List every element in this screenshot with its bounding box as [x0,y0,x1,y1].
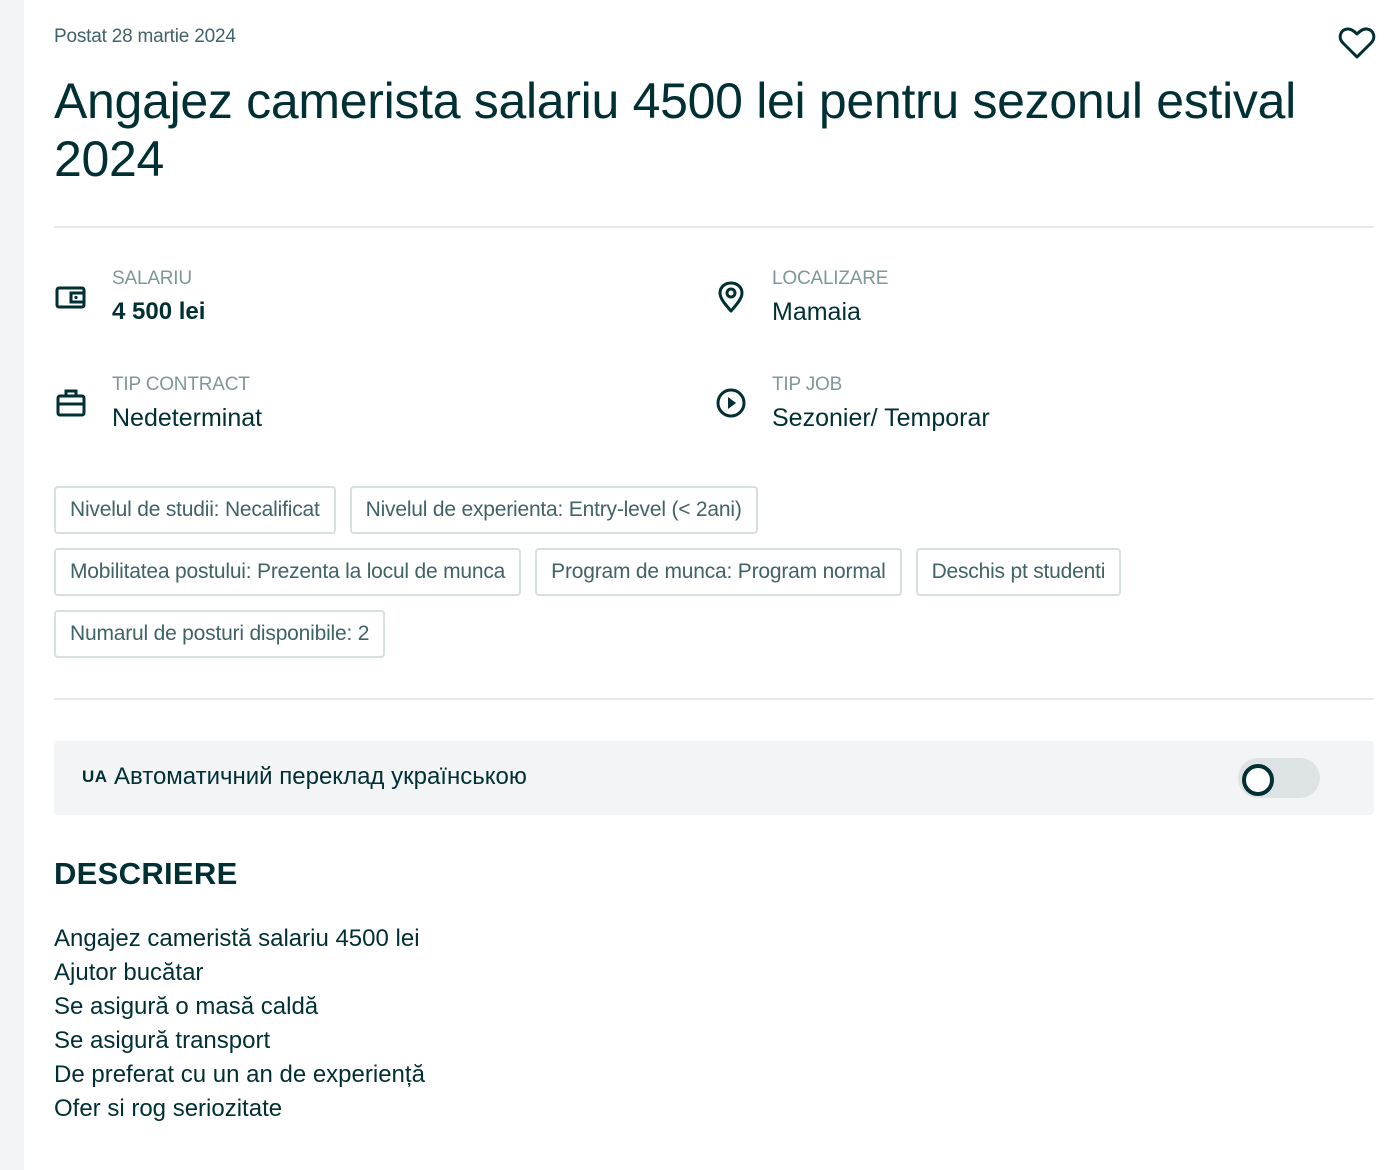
description-line: Se asigură o masă caldă [54,993,319,1020]
description-line: De preferat cu un an de experiență [54,1061,425,1088]
tag-education: Nivelul de studii: Necalificat [54,486,336,534]
attr-job-type-label: TIP JOB [772,374,843,395]
tag-students: Deschis pt studenti [915,548,1122,596]
play-circle-icon [716,388,746,418]
attr-location: LOCALIZARE Mamaia [714,268,1314,338]
attr-job-type: TIP JOB Sezonier/ Temporar [714,374,1314,444]
translate-panel: UA Автоматичний переклад українською [54,741,1374,815]
briefcase-icon [56,389,86,417]
posted-date: Postat 28 martie 2024 [54,26,236,47]
attr-job-type-value: Sezonier/ Temporar [772,404,990,432]
tag-schedule: Program de munca: Program normal [535,548,902,596]
attr-salary-label: SALARIU [112,268,192,289]
description-line: Ajutor bucătar [54,959,204,986]
left-rail [0,0,24,1170]
translate-toggle[interactable] [1238,758,1320,798]
heart-icon [1338,27,1376,59]
tag-mobility: Mobilitatea postului: Prezenta la locul … [54,548,522,596]
description-heading: DESCRIERE [54,856,238,891]
attr-salary-value: 4 500 lei [112,298,206,325]
divider-top [54,226,1374,228]
job-title: Angajez camerista salariu 4500 lei pentr… [54,73,1296,187]
divider-middle [54,698,1374,700]
attr-contract: TIP CONTRACT Nedeterminat [54,374,654,444]
ua-flag-label: UA [82,767,108,786]
toggle-knob [1242,764,1274,796]
description-line: Se asigură transport [54,1027,271,1054]
wallet-icon [55,286,86,309]
attr-salary: SALARIU 4 500 lei [54,268,654,338]
favorite-button[interactable] [1338,26,1376,60]
description-line: Ofer si rog seriozitate [54,1095,283,1122]
attr-contract-value: Nedeterminat [112,404,263,432]
attr-contract-label: TIP CONTRACT [112,374,250,395]
tag-list: Nivelul de studii: Necalificat Nivelul d… [54,486,1374,672]
attr-location-value: Mamaia [772,298,861,326]
tag-openings: Numarul de posturi disponibile: 2 [54,610,386,658]
translate-label: Автоматичний переклад українською [114,763,527,790]
tag-experience: Nivelul de experienta: Entry-level (< 2a… [349,486,758,534]
description-body: Angajez cameristă salariu 4500 lei Ajuto… [54,922,425,1126]
attr-location-label: LOCALIZARE [772,268,889,289]
description-line: Angajez cameristă salariu 4500 lei [54,925,420,952]
location-pin-icon [718,281,744,313]
